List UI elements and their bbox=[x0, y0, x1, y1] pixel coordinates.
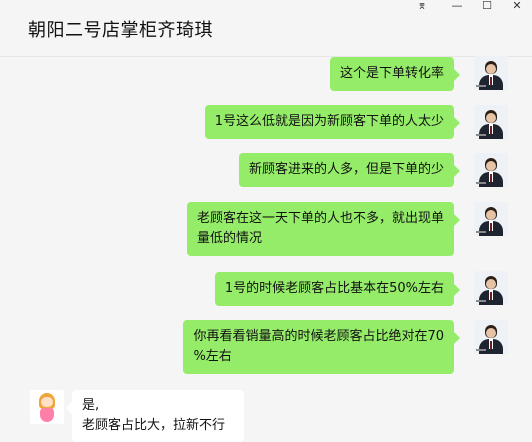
message-text: 新顾客进来的人多，但是下单的少 bbox=[248, 162, 444, 177]
message-text-line: 老顾客占比大，拉新不行 bbox=[82, 418, 226, 433]
my-avatar[interactable] bbox=[474, 105, 508, 139]
my-avatar[interactable] bbox=[474, 56, 508, 90]
message-text-line: 老顾客在这一天下单的人也不多，就出现单 bbox=[196, 211, 444, 226]
message-bubble-outgoing[interactable]: 你再看看销量高的时候老顾客占比绝对在70 %左右 bbox=[183, 320, 460, 374]
message-text-line: 你再看看销量高的时候老顾客占比绝对在70 bbox=[193, 329, 444, 344]
message-text-line: 是, bbox=[82, 398, 100, 413]
chat-title: 朝阳二号店掌柜齐琦琪 bbox=[28, 20, 213, 41]
message-bubble-outgoing[interactable]: 1号这么低就是因为新顾客下单的人太少 bbox=[204, 105, 461, 139]
message-text-line: %左右 bbox=[193, 349, 232, 364]
pin-icon[interactable]: ⌆ bbox=[408, 0, 436, 12]
message-text: 1号这么低就是因为新顾客下单的人太少 bbox=[214, 114, 444, 129]
maximize-button[interactable]: ☐ bbox=[473, 0, 501, 12]
my-avatar[interactable] bbox=[474, 202, 508, 236]
my-avatar[interactable] bbox=[474, 320, 508, 354]
chat-title-bar: 朝阳二号店掌柜齐琦琪 ⌆ — ☐ ✕ bbox=[0, 0, 532, 57]
message-text: 1号的时候老顾客占比基本在50%左右 bbox=[224, 281, 444, 296]
message-text-line: 量低的情况 bbox=[196, 231, 262, 246]
my-avatar[interactable] bbox=[474, 271, 508, 305]
my-avatar[interactable] bbox=[474, 153, 508, 187]
close-button[interactable]: ✕ bbox=[503, 0, 531, 12]
message-text: 这个是下单转化率 bbox=[339, 66, 444, 81]
message-bubble-outgoing[interactable]: 1号的时候老顾客占比基本在50%左右 bbox=[214, 272, 461, 306]
message-bubble-incoming[interactable]: 是, 老顾客占比大，拉新不行 bbox=[66, 390, 244, 442]
message-bubble-outgoing[interactable]: 新顾客进来的人多，但是下单的少 bbox=[238, 153, 461, 187]
message-bubble-outgoing[interactable]: 这个是下单转化率 bbox=[329, 57, 461, 91]
contact-avatar[interactable] bbox=[30, 390, 64, 424]
message-bubble-outgoing[interactable]: 老顾客在这一天下单的人也不多，就出现单 量低的情况 bbox=[186, 202, 461, 256]
minimize-button[interactable]: — bbox=[443, 0, 471, 12]
